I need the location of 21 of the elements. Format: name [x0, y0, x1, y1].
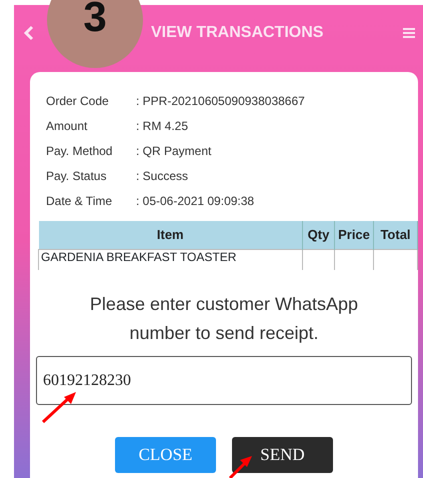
field-value: : RM 4.25: [136, 118, 188, 134]
send-button[interactable]: SEND: [232, 437, 333, 473]
field-value: : Success: [136, 168, 188, 184]
field-label: Pay. Status: [46, 168, 108, 184]
menu-icon[interactable]: [403, 26, 415, 38]
field-value: : QR Payment: [136, 142, 212, 160]
pointer-arrow-icon: [228, 455, 254, 478]
field-label: Pay. Method: [46, 142, 114, 160]
field-label: Amount: [46, 118, 88, 134]
page-title: VIEW TRANSACTIONS: [151, 22, 324, 42]
dialog-message: Please enter customer WhatsApp number to send receipt.: [88, 293, 360, 345]
back-icon[interactable]: [24, 24, 34, 40]
phone-input[interactable]: 60192128230: [36, 356, 412, 405]
field-value: : 05-06-2021 09:09:38: [136, 192, 254, 210]
column-header: Qty: [302, 221, 334, 249]
column-header: Total: [374, 221, 418, 249]
column-header: Item: [38, 221, 302, 249]
field-label: Order Code: [46, 92, 110, 110]
column-header: Price: [334, 221, 374, 249]
field-value: : PPR-20210605090938038667: [136, 92, 305, 110]
field-label: Date & Time: [46, 192, 114, 210]
